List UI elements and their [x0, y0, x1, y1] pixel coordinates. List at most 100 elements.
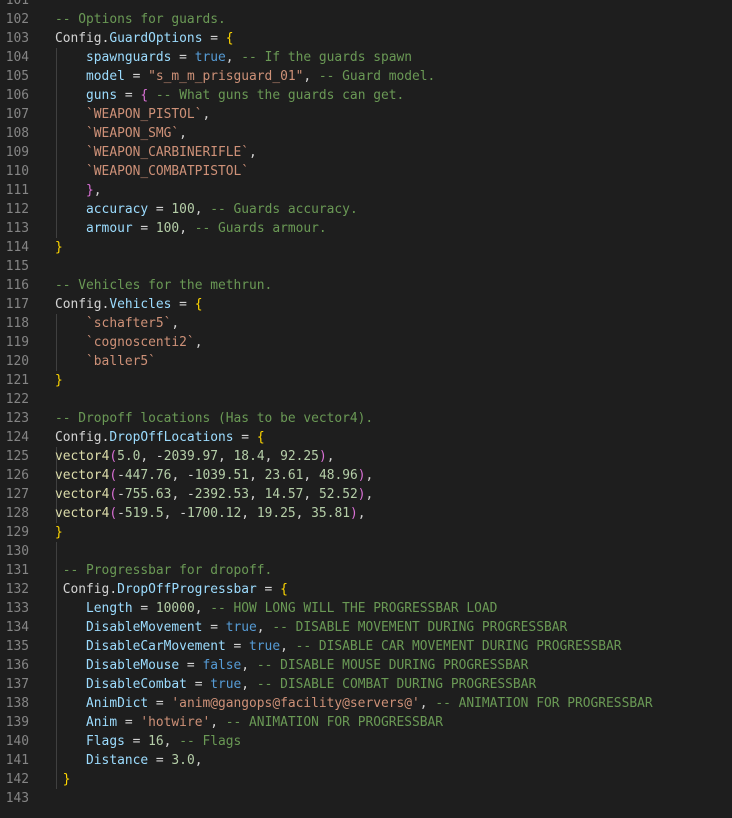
line-number: 137: [5, 676, 29, 692]
code-token: }: [55, 239, 63, 255]
code-token: vector4: [55, 505, 110, 521]
code-token: 'anim@gangops@facility@servers@': [171, 695, 420, 711]
code-line[interactable]: 115: [0, 257, 732, 276]
line-number: 133: [5, 600, 29, 616]
code-token: Anim: [86, 714, 118, 730]
code-token: accuracy: [86, 201, 149, 217]
code-text: Config.DropOffProgressbar = {: [63, 580, 288, 599]
code-line[interactable]: 128 vector4(-519.5, -1700.12, 19.25, 35.8…: [0, 503, 732, 523]
code-line[interactable]: 109 `WEAPON_CARBINERIFLE`,: [0, 142, 732, 162]
code-editor[interactable]: 101 102 -- Options for guards. 103 Config.Gu…: [0, 0, 732, 818]
line-number: 134: [5, 619, 29, 635]
code-line[interactable]: 123 -- Dropoff locations (Has to be vecto…: [0, 409, 732, 428]
code-line[interactable]: 126 vector4(-447.76, -1039.51, 23.61, 48.…: [0, 465, 732, 485]
code-token: (: [109, 467, 118, 483]
indent-guide: [56, 104, 57, 124]
code-line[interactable]: 138 AnimDict = 'anim@gangops@facility@ser…: [0, 693, 732, 713]
code-token: ,: [280, 638, 296, 654]
indent-guide: [56, 769, 57, 789]
code-line[interactable]: 141 Distance = 3.0,: [0, 750, 732, 770]
code-line[interactable]: 108 `WEAPON_SMG`,: [0, 123, 732, 143]
line-number: 107: [5, 106, 29, 122]
code-token: false: [202, 657, 242, 673]
code-line[interactable]: 139 Anim = 'hotwire', -- ANIMATION FOR PR…: [0, 712, 732, 732]
code-line[interactable]: 113 armour = 100, -- Guards armour.: [0, 218, 732, 238]
code-text: `WEAPON_COMBATPISTOL`: [86, 162, 249, 181]
code-line[interactable]: 102 -- Options for guards.: [0, 10, 732, 29]
code-line[interactable]: 112 accuracy = 100, -- Guards accuracy.: [0, 199, 732, 219]
code-token: vector4: [55, 467, 110, 483]
code-text: armour = 100, -- Guards armour.: [86, 219, 327, 238]
code-text: `cognoscenti2`,: [86, 333, 202, 352]
code-line[interactable]: 127 vector4(-755.63, -2392.53, 14.57, 52.…: [0, 484, 732, 504]
code-line[interactable]: 118 `schafter5`,: [0, 313, 732, 333]
code-token: ): [318, 448, 327, 464]
code-line[interactable]: 119 `cognoscenti2`,: [0, 332, 732, 352]
code-line[interactable]: 135 DisableCarMovement = true, -- DISABLE…: [0, 636, 732, 656]
code-line[interactable]: 120 `baller5`: [0, 351, 732, 371]
code-token: 48.96: [318, 467, 358, 483]
code-line[interactable]: 125 vector4(5.0, -2039.97, 18.4, 92.25),: [0, 446, 732, 466]
code-token: `cognoscenti2`: [86, 334, 195, 350]
code-line[interactable]: 121}: [0, 371, 732, 390]
code-line[interactable]: 110 `WEAPON_COMBATPISTOL`: [0, 161, 732, 181]
indent-guide: [56, 750, 57, 770]
code-token: =: [148, 695, 172, 711]
code-line[interactable]: 137 DisableCombat = true, -- DISABLE COMB…: [0, 674, 732, 694]
code-token: =: [186, 676, 211, 692]
code-line[interactable]: 106 guns = { -- What guns the guards can …: [0, 85, 732, 105]
code-line[interactable]: 140 Flags = 16, -- Flags: [0, 731, 732, 751]
line-number: 136: [5, 657, 29, 673]
code-line[interactable]: 130: [0, 541, 732, 561]
code-token: =: [124, 733, 149, 749]
line-number: 106: [5, 87, 29, 103]
code-line[interactable]: 111},: [0, 180, 732, 200]
code-token: true: [194, 49, 226, 65]
code-token: Distance: [86, 752, 149, 768]
code-line[interactable]: 124 Config.DropOffLocations = {: [0, 428, 732, 447]
code-token: vector4: [55, 486, 110, 502]
code-text: Anim = 'hotwire', -- ANIMATION FOR PROGR…: [86, 713, 443, 732]
code-token: =: [171, 49, 195, 65]
code-line[interactable]: 116 -- Vehicles for the methrun.: [0, 276, 732, 295]
code-line[interactable]: 142}: [0, 769, 732, 789]
code-line[interactable]: 107 `WEAPON_PISTOL`,: [0, 104, 732, 124]
code-token: -- Flags: [179, 733, 242, 749]
code-line[interactable]: 114}: [0, 238, 732, 257]
code-token: {: [280, 581, 288, 597]
code-token: Config.: [55, 296, 110, 312]
code-line[interactable]: 131 -- Progressbar for dropoff.: [0, 560, 732, 580]
code-token: "s_m_m_prisguard_01": [148, 68, 304, 84]
code-text: }: [55, 523, 63, 542]
line-number: 101: [5, 0, 29, 8]
code-token: 52.52: [318, 486, 358, 502]
code-text: vector4(-755.63, -2392.53, 14.57, 52.52)…: [55, 485, 373, 504]
code-text: }: [55, 238, 63, 257]
indent-guide: [56, 218, 57, 238]
code-line[interactable]: 136 DisableMouse = false, -- DISABLE MOUS…: [0, 655, 732, 675]
code-token: =: [179, 657, 203, 673]
indent-guide: [56, 66, 57, 86]
code-text: `WEAPON_CARBINERIFLE`,: [86, 143, 257, 162]
code-line[interactable]: 104 spawnguards = true, -- If the guards …: [0, 47, 732, 67]
code-line[interactable]: 132 Config.DropOffProgressbar = {: [0, 579, 732, 599]
code-token: }: [62, 771, 71, 787]
code-line[interactable]: 134 DisableMovement = true, -- DISABLE MO…: [0, 617, 732, 637]
code-token: , -: [171, 467, 195, 483]
code-line[interactable]: 117 Config.Vehicles = {: [0, 295, 732, 314]
code-line[interactable]: 122: [0, 390, 732, 409]
code-token: model: [86, 68, 125, 84]
line-number: 113: [5, 220, 29, 236]
line-number: 140: [5, 733, 29, 749]
code-line[interactable]: 101: [0, 0, 732, 10]
code-token: {: [194, 296, 203, 312]
code-token: -: [117, 467, 125, 483]
code-line[interactable]: 129}: [0, 523, 732, 542]
code-text: Flags = 16, -- Flags: [86, 732, 241, 751]
code-token: guns: [86, 87, 118, 103]
code-line[interactable]: 105 model = "s_m_m_prisguard_01", -- Guar…: [0, 66, 732, 86]
code-line[interactable]: 103 Config.GuardOptions = {: [0, 29, 732, 48]
code-line[interactable]: 133 Length = 10000, -- HOW LONG WILL THE …: [0, 598, 732, 618]
code-token: 14.57: [264, 486, 304, 502]
code-line[interactable]: 143: [0, 789, 732, 808]
